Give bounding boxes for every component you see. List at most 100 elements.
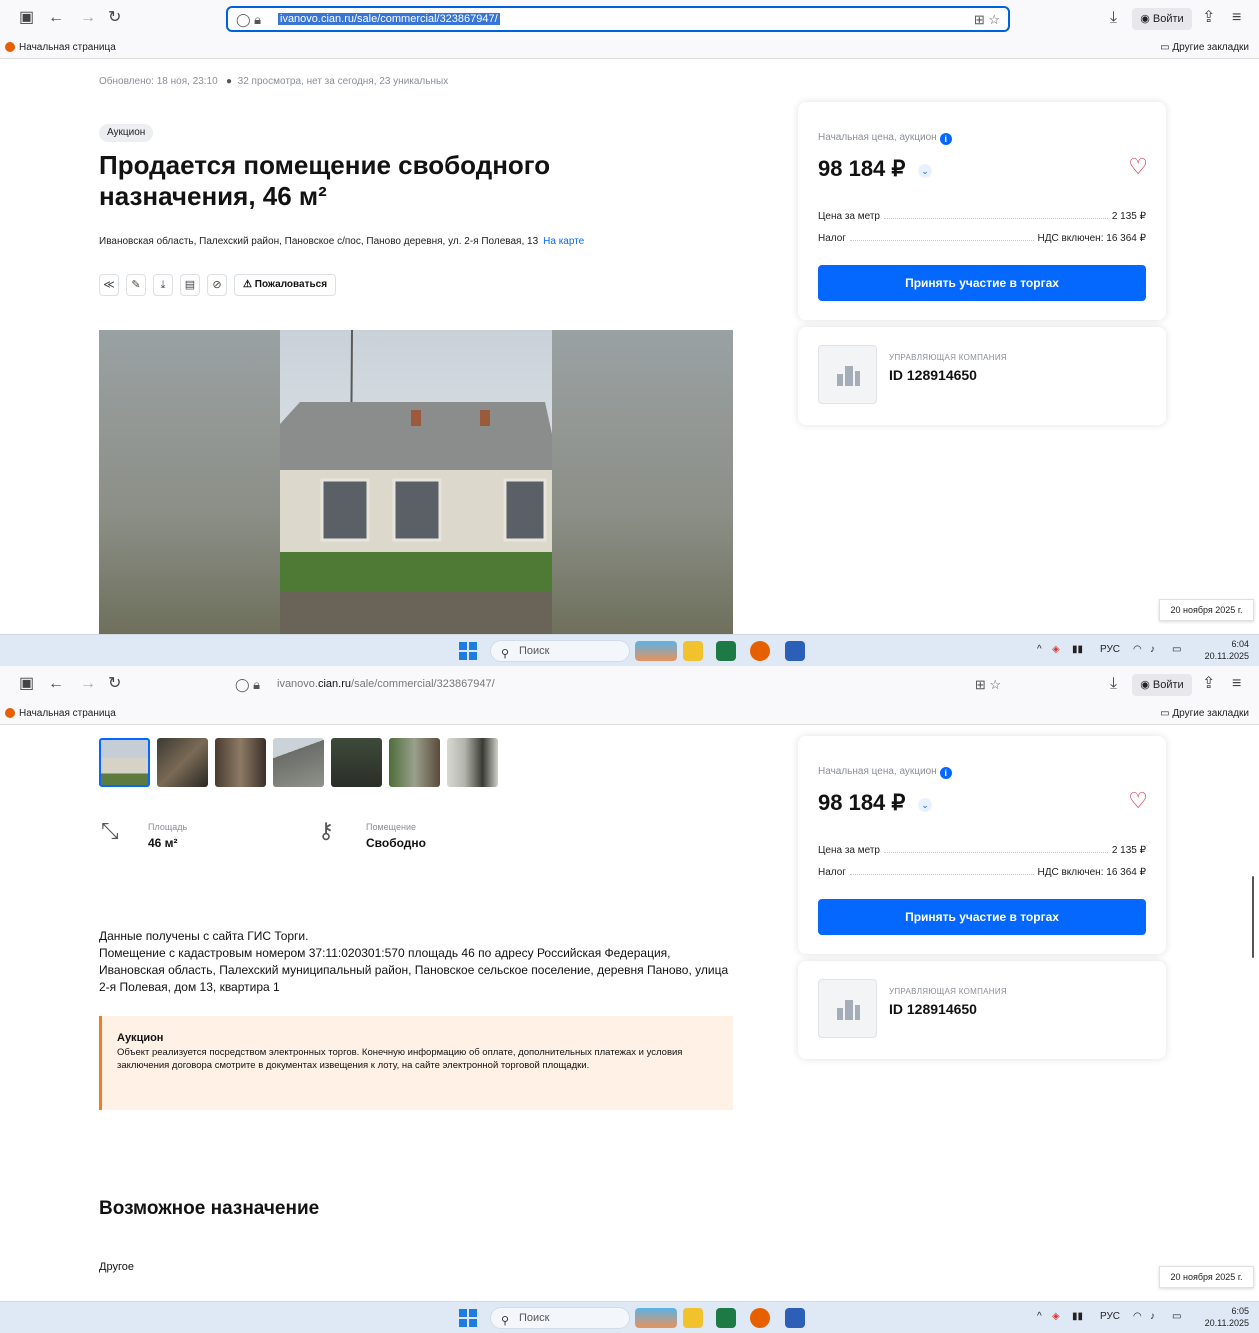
favorite-heart-icon[interactable]: ♡ — [1128, 788, 1148, 814]
tab-view-icon[interactable]: ▣ — [19, 675, 34, 693]
url-bar[interactable]: ◯ 🔒︎ ivanovo.cian.ru/sale/commercial/323… — [226, 672, 1010, 698]
complain-button[interactable]: ⚠ Пожаловаться — [234, 274, 337, 296]
search-label: Поиск — [519, 1312, 550, 1324]
login-button[interactable]: ◉ Войти — [1132, 674, 1192, 696]
widget-icon[interactable] — [635, 641, 677, 661]
company-id[interactable]: ID 128914650 — [889, 367, 977, 383]
tray-meter-icon[interactable]: ▮▮ — [1072, 1311, 1083, 1322]
hide-icon[interactable]: ⊘ — [207, 274, 227, 296]
widget-icon[interactable] — [635, 1308, 677, 1328]
url-bar[interactable]: ◯ 🔒︎ ivanovo.cian.ru/sale/commercial/323… — [226, 6, 1010, 32]
login-button[interactable]: ◉ Войти — [1132, 8, 1192, 30]
forward-icon[interactable]: → — [80, 9, 96, 27]
search-label: Поиск — [519, 645, 550, 657]
thumbnail[interactable] — [215, 738, 266, 787]
menu-icon[interactable]: ≡ — [1232, 675, 1241, 693]
auction-notice: Аукцион Объект реализуется посредством э… — [99, 1016, 733, 1110]
wifi-icon[interactable]: ◠ — [1133, 1311, 1142, 1322]
price-card: Начальная цена, аукцион i 98 184 ₽ ⌄ ♡ Це… — [798, 736, 1166, 954]
excel-icon[interactable] — [716, 1308, 736, 1328]
map-link[interactable]: На карте — [543, 236, 584, 247]
tray-app-icon[interactable]: ◈ — [1052, 1311, 1060, 1322]
extensions-icon[interactable]: ⇪ — [1202, 675, 1215, 693]
battery-icon[interactable]: ▭ — [1172, 644, 1181, 655]
address-text: Ивановская область, Палехский район, Пан… — [99, 236, 539, 247]
thumbnail[interactable] — [273, 738, 324, 787]
taskbar-search[interactable]: ⚲ Поиск — [490, 640, 630, 662]
excel-icon[interactable] — [716, 641, 736, 661]
tray-meter-icon[interactable]: ▮▮ — [1072, 644, 1083, 655]
chevron-down-icon[interactable]: ⌄ — [918, 164, 932, 178]
url-text[interactable]: ivanovo.cian.ru/sale/commercial/32386794… — [278, 13, 500, 25]
back-icon[interactable]: ← — [48, 9, 64, 27]
forward-icon[interactable]: → — [80, 675, 96, 693]
tray-app-icon[interactable]: ◈ — [1052, 644, 1060, 655]
bookmark-home[interactable]: Начальная страница — [19, 42, 116, 53]
url-domain: cian.ru — [317, 678, 352, 690]
extensions-icon[interactable]: ⇪ — [1202, 9, 1215, 27]
tab-view-icon[interactable]: ▣ — [19, 9, 34, 27]
page-title: Продается помещение свободного назначени… — [99, 150, 551, 211]
word-icon[interactable] — [785, 1308, 805, 1328]
volume-icon[interactable]: ♪ — [1150, 1311, 1155, 1322]
url-text[interactable]: ivanovo.cian.ru/sale/commercial/32386794… — [277, 678, 495, 690]
feature-label: Площадь — [148, 822, 188, 832]
clock[interactable]: 6:05 20.11.2025 — [1197, 1305, 1249, 1329]
tray-lang[interactable]: РУС — [1100, 644, 1120, 655]
bookmark-other[interactable]: ▭ Другие закладки — [1160, 708, 1249, 719]
reload-icon[interactable]: ↻ — [108, 9, 121, 27]
reload-icon[interactable]: ↻ — [108, 675, 121, 693]
clock[interactable]: 6:04 20.11.2025 — [1197, 638, 1249, 662]
word-icon[interactable] — [785, 641, 805, 661]
taskbar-search[interactable]: ⚲ Поиск — [490, 1307, 630, 1329]
wifi-icon[interactable]: ◠ — [1133, 644, 1142, 655]
print-icon[interactable]: ▤ — [180, 274, 200, 296]
share-icon[interactable]: ≪ — [99, 274, 119, 296]
thumbnail[interactable] — [389, 738, 440, 787]
auction-notice-title: Аукцион — [117, 1032, 164, 1044]
thumbnail[interactable] — [157, 738, 208, 787]
browser-toolbar: ▣ ← → ↻ ◯ 🔒︎ ivanovo.cian.ru/sale/commer… — [0, 666, 1259, 703]
thumbnail[interactable] — [99, 738, 150, 787]
info-icon[interactable]: i — [939, 133, 952, 145]
download-icon[interactable]: ⤓ — [1110, 675, 1117, 693]
tray-chevron-icon[interactable]: ^ — [1037, 1311, 1042, 1322]
favorite-heart-icon[interactable]: ♡ — [1128, 154, 1148, 180]
volume-icon[interactable]: ♪ — [1150, 644, 1155, 655]
participate-button[interactable]: Принять участие в торгах — [818, 899, 1146, 935]
taskbar: ⚲ Поиск ^ ◈ ▮▮ РУС ◠ ♪ ▭ 6:04 20.11.2025 — [0, 634, 1259, 666]
thumbnail[interactable] — [447, 738, 498, 787]
windows-start-icon[interactable] — [459, 642, 477, 660]
price-label-text: Начальная цена, аукцион — [818, 132, 937, 143]
battery-icon[interactable]: ▭ — [1172, 1311, 1181, 1322]
scrollbar[interactable] — [1252, 876, 1254, 958]
main-photo[interactable] — [99, 330, 733, 634]
bookmark-other[interactable]: ▭ Другие закладки — [1160, 42, 1249, 53]
screenshot-bottom: ▣ ← → ↻ ◯ 🔒︎ ivanovo.cian.ru/sale/commer… — [0, 666, 1259, 1333]
info-icon[interactable]: i — [939, 767, 952, 779]
eye-icon: ● — [226, 76, 233, 87]
download-icon[interactable]: ⤓ — [153, 274, 173, 296]
chevron-down-icon[interactable]: ⌄ — [918, 798, 932, 812]
download-icon[interactable]: ⤓ — [1110, 9, 1117, 27]
company-card[interactable]: УПРАВЛЯЮЩАЯ КОМПАНИЯ ID 128914650 — [798, 961, 1166, 1059]
reader-star-icon[interactable]: ⊞ ☆ — [975, 677, 1001, 693]
tray-chevron-icon[interactable]: ^ — [1037, 644, 1042, 655]
menu-icon[interactable]: ≡ — [1232, 9, 1241, 27]
tray-lang[interactable]: РУС — [1100, 1311, 1120, 1322]
thumbnail[interactable] — [331, 738, 382, 787]
reader-star-icon[interactable]: ⊞ ☆ — [974, 12, 1000, 28]
company-id[interactable]: ID 128914650 — [889, 1001, 977, 1017]
participate-button[interactable]: Принять участие в торгах — [818, 265, 1146, 301]
folder-icon[interactable] — [683, 1308, 703, 1328]
firefox-icon[interactable] — [750, 1308, 770, 1328]
bookmark-home[interactable]: Начальная страница — [19, 708, 116, 719]
area-icon: ⤡ — [101, 818, 119, 843]
price-label: Начальная цена, аукцион i — [818, 766, 952, 779]
firefox-icon[interactable] — [750, 641, 770, 661]
company-card[interactable]: УПРАВЛЯЮЩАЯ КОМПАНИЯ ID 128914650 — [798, 327, 1166, 425]
edit-icon[interactable]: ✎ — [126, 274, 146, 296]
back-icon[interactable]: ← — [48, 675, 64, 693]
windows-start-icon[interactable] — [459, 1309, 477, 1327]
folder-icon[interactable] — [683, 641, 703, 661]
